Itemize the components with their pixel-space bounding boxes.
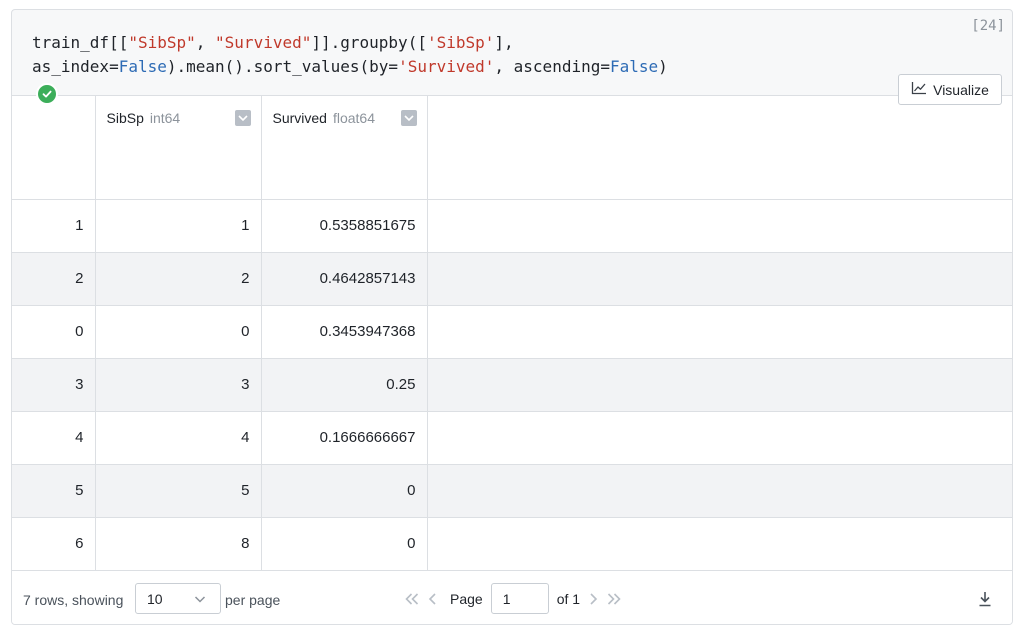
per-page-select[interactable]: 10	[135, 583, 221, 614]
row-filler	[427, 199, 1012, 253]
column-header-survived[interactable]: Survived float64	[261, 96, 428, 200]
header-filler	[427, 96, 1012, 200]
code-token: 'Survived'	[398, 57, 495, 76]
row-index: 5	[12, 464, 96, 518]
code-token: "SibSp"	[128, 33, 196, 52]
line-chart-icon	[911, 81, 927, 98]
column-menu-chevron-icon[interactable]	[400, 110, 417, 126]
row-filler	[427, 517, 1012, 571]
table-row: 0 0 0.3453947368	[12, 305, 1012, 359]
code-line-1: train_df[["SibSp", "Survived"]].groupby(…	[32, 31, 668, 55]
table-row: 4 4 0.1666666667	[12, 411, 1012, 465]
column-header-sibsp[interactable]: SibSp int64	[95, 96, 262, 200]
index-header	[12, 96, 96, 200]
cell-sibsp: 3	[95, 358, 262, 412]
last-page-icon[interactable]	[606, 592, 622, 606]
row-index: 1	[12, 199, 96, 253]
code-token: False	[118, 57, 167, 76]
per-page-label: per page	[225, 592, 281, 608]
row-index: 6	[12, 517, 96, 571]
cell-sibsp: 4	[95, 411, 262, 465]
code-line-2: as_index=False).mean().sort_values(by='S…	[32, 55, 668, 79]
cell-survived: 0.3453947368	[261, 305, 428, 359]
cell-survived: 0.25	[261, 358, 428, 412]
visualize-label: Visualize	[933, 81, 989, 98]
code-token: ).mean().sort_values(by=	[166, 57, 399, 76]
table-row: 5 5 0	[12, 464, 1012, 518]
download-icon[interactable]	[977, 590, 993, 611]
output-area: SibSp int64 Survived float64 1 1 0.53588…	[12, 95, 1012, 624]
table-footer: 7 rows, showing 10 per page Page 1 of 1	[12, 571, 1012, 624]
code-token: ],	[494, 33, 514, 52]
chevron-down-icon	[193, 592, 207, 609]
page-total-label: of 1	[556, 590, 581, 607]
column-type: int64	[149, 110, 181, 126]
visualize-button[interactable]: Visualize	[898, 74, 1002, 105]
code-editor[interactable]: train_df[["SibSp", "Survived"]].groupby(…	[32, 31, 668, 79]
previous-page-icon[interactable]	[428, 592, 438, 606]
next-page-icon[interactable]	[588, 592, 598, 606]
cell-survived: 0.5358851675	[261, 199, 428, 253]
row-filler	[427, 305, 1012, 359]
page-number-input[interactable]: 1	[490, 583, 549, 614]
row-index: 3	[12, 358, 96, 412]
page-number-value: 1	[502, 590, 511, 607]
column-menu-chevron-icon[interactable]	[234, 110, 251, 126]
table-row: 1 1 0.5358851675	[12, 199, 1012, 253]
page-label: Page	[450, 590, 483, 607]
table-row: 3 3 0.25	[12, 358, 1012, 412]
rows-info: 7 rows, showing	[23, 592, 124, 608]
code-token: train_df[[	[32, 33, 129, 52]
code-token: "Survived"	[215, 33, 312, 52]
cell-sibsp: 2	[95, 252, 262, 306]
execution-count: [24]	[971, 18, 1005, 34]
first-page-icon[interactable]	[404, 592, 420, 606]
table-row: 6 8 0	[12, 517, 1012, 571]
cell-sibsp: 1	[95, 199, 262, 253]
cell-sibsp: 8	[95, 517, 262, 571]
table-header-row: SibSp int64 Survived float64	[12, 96, 1012, 200]
row-index: 2	[12, 252, 96, 306]
code-token: , ascending=	[494, 57, 610, 76]
row-filler	[427, 358, 1012, 412]
row-index: 0	[12, 305, 96, 359]
row-filler	[427, 252, 1012, 306]
cell-survived: 0.1666666667	[261, 411, 428, 465]
column-name: SibSp	[106, 110, 144, 126]
code-token: as_index=	[32, 57, 119, 76]
table-row: 2 2 0.4642857143	[12, 252, 1012, 306]
row-filler	[427, 464, 1012, 518]
pagination: Page 1 of 1	[404, 583, 622, 614]
code-token: False	[609, 57, 659, 76]
row-filler	[427, 411, 1012, 465]
per-page-value: 10	[147, 590, 163, 607]
cell-survived: 0	[261, 464, 428, 518]
row-index: 4	[12, 411, 96, 465]
cell-sibsp: 0	[95, 305, 262, 359]
code-token: ,	[195, 33, 216, 52]
code-token: 'SibSp'	[426, 33, 495, 52]
column-type: float64	[332, 110, 376, 126]
cell-survived: 0.4642857143	[261, 252, 428, 306]
success-check-icon	[36, 83, 58, 105]
cell-survived: 0	[261, 517, 428, 571]
code-token: ]].groupby([	[311, 33, 427, 52]
dataframe-table: SibSp int64 Survived float64 1 1 0.53588…	[12, 96, 1012, 571]
column-name: Survived	[272, 110, 327, 126]
code-token: )	[658, 57, 668, 76]
cell-sibsp: 5	[95, 464, 262, 518]
notebook-cell: [24] train_df[["SibSp", "Survived"]].gro…	[11, 9, 1013, 625]
